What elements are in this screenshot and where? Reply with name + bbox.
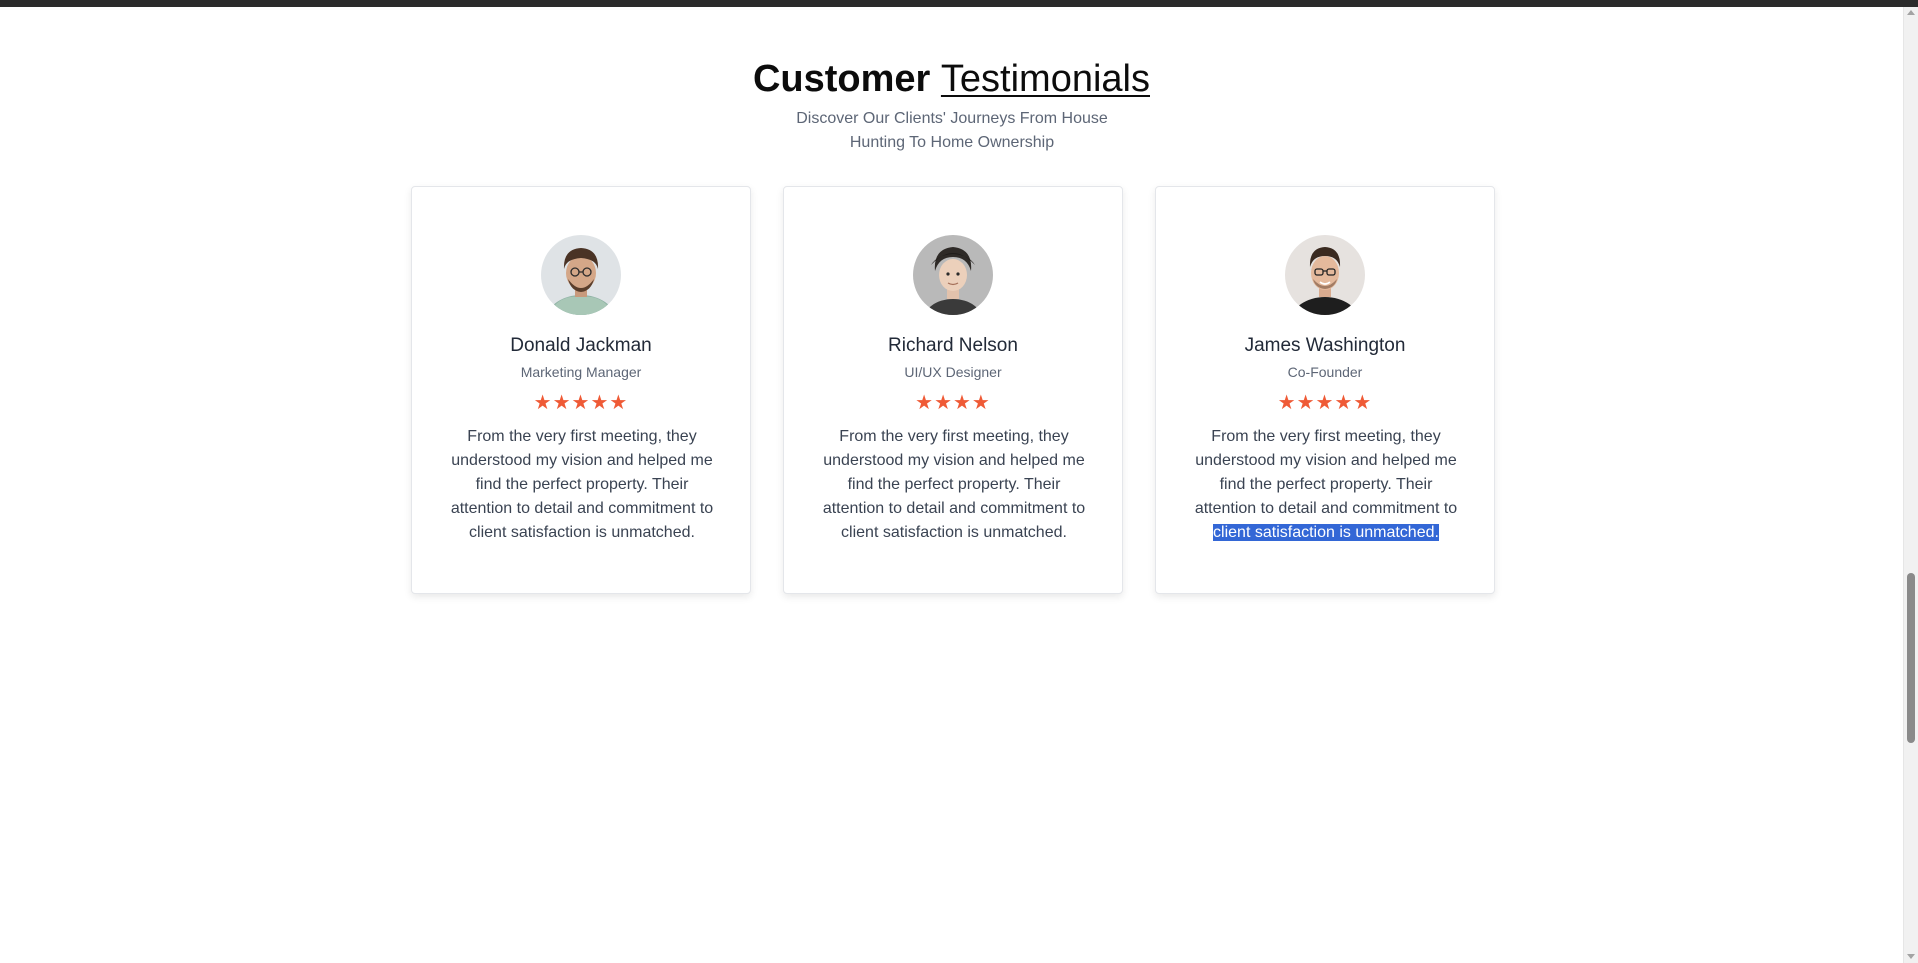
avatar-photo-icon [913, 235, 993, 315]
testimonial-role: Co-Founder [1287, 364, 1363, 380]
testimonial-quote: From the very first meeting, they unders… [1188, 425, 1464, 545]
browser-top-bar [0, 0, 1918, 7]
testimonial-name: Richard Nelson [888, 335, 1018, 356]
testimonial-card: Richard Nelson UI/UX Designer ★★★★ From … [783, 186, 1123, 594]
star-rating-icon: ★★★★★ [533, 392, 629, 414]
avatar [913, 235, 993, 315]
testimonial-role: Marketing Manager [520, 364, 642, 380]
testimonial-quote: From the very first meeting, they unders… [822, 428, 1086, 541]
testimonial-role: UI/UX Designer [904, 364, 1002, 380]
section-title: Customer Testimonials [0, 53, 1903, 105]
testimonial-quote-text: From the very first meeting, they unders… [1194, 428, 1458, 517]
avatar [1285, 235, 1365, 315]
section-subtitle: Discover Our Clients' Journeys From Hous… [796, 110, 1108, 151]
avatar-photo-icon [541, 235, 621, 315]
testimonial-quote: From the very first meeting, they unders… [450, 428, 714, 541]
selected-text: client satisfaction is unmatched. [1213, 524, 1439, 541]
scroll-down-icon[interactable] [1907, 954, 1915, 959]
scrollbar-thumb[interactable] [1907, 573, 1915, 743]
testimonial-name: James Washington [1244, 335, 1406, 356]
section-title-bold: Customer [752, 58, 931, 100]
section-title-light: Testimonials [940, 58, 1150, 100]
star-rating-icon: ★★★★ [915, 392, 991, 414]
avatar [541, 235, 621, 315]
testimonial-card: Donald Jackman Marketing Manager ★★★★★ F… [411, 186, 751, 594]
scroll-up-icon[interactable] [1907, 10, 1915, 15]
page-content: Customer Testimonials Discover Our Clien… [0, 7, 1903, 963]
testimonial-card: James Washington Co-Founder ★★★★★ From t… [1155, 186, 1495, 594]
testimonial-name: Donald Jackman [510, 335, 652, 356]
star-rating-icon: ★★★★★ [1277, 392, 1373, 414]
avatar-photo-icon [1285, 235, 1365, 315]
vertical-scrollbar[interactable] [1903, 7, 1918, 963]
